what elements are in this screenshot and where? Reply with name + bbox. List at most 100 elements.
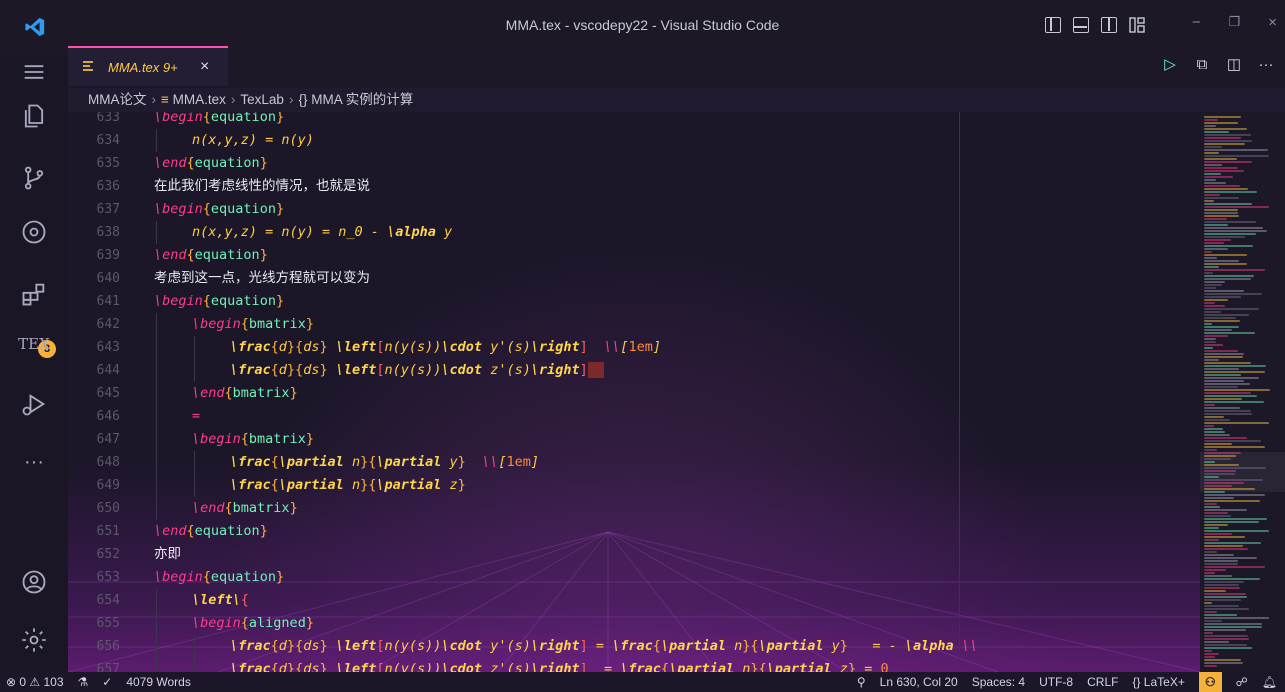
settings-gear-icon[interactable] [18,624,50,656]
minimap-line [1204,527,1219,529]
code-line[interactable]: 644 \frac{d}{ds} \left[n(y(s))\cdot z'(s)… [68,359,1200,382]
copilot-icon[interactable]: ⚇ [1198,672,1222,692]
token: { [202,293,211,309]
more-icon[interactable]: ··· [18,446,50,478]
code-line[interactable]: 652 亦即 [68,543,1200,566]
token [587,362,605,378]
explorer-icon[interactable] [18,100,50,132]
cursor-position[interactable]: Ln 630, Col 20 [880,672,958,692]
menu-icon[interactable] [18,56,50,88]
tex-icon[interactable]: TEX [18,328,50,360]
code-line[interactable]: 645 \end{bmatrix} [68,382,1200,405]
code-line[interactable]: 640 考虑到这一点，光线方程就可以变为 [68,267,1200,290]
minimap-line [1204,302,1215,304]
code-line[interactable]: 641 \begin{equation} [68,290,1200,313]
minimap[interactable] [1200,112,1285,672]
minimap-line [1204,533,1232,535]
breadcrumb-symbol[interactable]: {} MMA 实例的计算 [298,92,413,107]
run-debug-icon[interactable] [18,388,50,420]
breadcrumb-file[interactable]: MMA.tex [173,92,226,107]
code-line[interactable]: 656 \frac{d}{ds} \left[n(y(s))\cdot y'(s)… [68,635,1200,658]
word-count[interactable]: 4079 Words [126,672,190,692]
extensions-icon[interactable] [18,278,50,310]
open-preview-icon[interactable]: ⧉ [1193,56,1211,74]
minimap-line [1204,122,1238,124]
code-text: \begin{equation} [154,112,284,129]
minimap-line [1204,227,1263,229]
token: \\ [482,454,499,470]
code-line[interactable]: 646 = [68,405,1200,428]
code-line[interactable]: 633 \begin{equation} [68,112,1200,129]
code-line[interactable]: 634 n(x,y,z) = n(y) [68,129,1200,152]
minimap-line [1204,374,1241,376]
minimap-line [1204,263,1247,265]
sync-icon[interactable]: ⚲ [857,672,866,692]
token: d [278,339,287,355]
tab-close-icon[interactable]: × [200,58,209,76]
code-line[interactable]: 636 在此我们考虑线性的情况，也就是说 [68,175,1200,198]
token: equation [210,293,276,309]
tab-mma-tex[interactable]: MMA.tex 9+ × [68,46,228,86]
code-line[interactable]: 638 n(x,y,z) = n(y) = n_0 - \alpha y [68,221,1200,244]
accounts-icon[interactable] [18,566,50,598]
minimap-line [1204,632,1213,634]
code-line[interactable]: 635 \end{equation} [68,152,1200,175]
source-control-icon[interactable] [18,162,50,194]
minimap-line [1204,128,1247,130]
minimap-line [1204,215,1239,217]
breadcrumb-folder[interactable]: MMA论文 [88,92,147,107]
customize-layout-icon[interactable] [1129,17,1145,33]
maximize-button[interactable]: ❐ [1229,14,1241,31]
code-line[interactable]: 655 \begin{aligned} [68,612,1200,635]
code-line[interactable]: 651 \end{equation} [68,520,1200,543]
minimap-line [1204,218,1227,220]
token: 亦即 [154,546,181,562]
split-editor-icon[interactable]: ◫ [1225,56,1243,74]
minimap-line [1204,521,1259,523]
minimap-line [1204,569,1226,571]
minimap-line [1204,386,1238,388]
more-actions-icon[interactable]: ··· [1257,56,1275,74]
indent-guide [156,474,157,497]
indent-guide [156,658,157,672]
code-line[interactable]: 647 \begin{bmatrix} [68,428,1200,451]
code-line[interactable]: 637 \begin{equation} [68,198,1200,221]
token: \left [335,362,377,378]
toggle-panel-icon[interactable] [1073,17,1089,33]
token: equation [194,247,260,263]
indent-guide [156,359,157,382]
token: ] [579,339,588,355]
code-line[interactable]: 657 \frac{d}{ds} \left[n(y(s))\cdot z'(s)… [68,658,1200,672]
encoding[interactable]: UTF-8 [1039,672,1073,692]
minimize-button[interactable]: − [1192,14,1201,31]
token: { [186,523,195,539]
code-line[interactable]: 642 \begin{bmatrix} [68,313,1200,336]
code-line[interactable]: 649 \frac{\partial n}{\partial z} [68,474,1200,497]
problems-indicator[interactable]: ⊗ 0 ⚠ 103 [6,672,64,692]
close-window-button[interactable]: × [1268,14,1277,31]
flask-icon[interactable]: ⚗ [78,672,89,692]
code-line[interactable]: 654 \left\{ [68,589,1200,612]
token: } [319,661,328,672]
code-line[interactable]: 653 \begin{equation} [68,566,1200,589]
feedback-icon[interactable]: ☍ [1236,672,1248,692]
toggle-secondary-sidebar-icon[interactable] [1101,17,1117,33]
line-ending[interactable]: CRLF [1087,672,1118,692]
line-number: 652 [96,547,120,562]
code-editor[interactable]: 633 \begin{equation} 634 n(x,y,z) = n(y) 635… [68,112,1200,672]
notifications-bell-icon[interactable]: 🔔︎ [1262,672,1277,692]
remote-explorer-icon[interactable] [18,216,50,248]
check-icon[interactable]: ✓ [102,672,112,692]
code-line[interactable]: 648 \frac{\partial n}{\partial y} \\[1em] [68,451,1200,474]
breadcrumb-provider[interactable]: TexLab [240,92,284,107]
code-line[interactable]: 643 \frac{d}{ds} \left[n(y(s))\cdot y'(s)… [68,336,1200,359]
token: { [270,362,279,378]
run-icon[interactable]: ▷ [1161,56,1179,74]
code-line[interactable]: 650 \end{bmatrix} [68,497,1200,520]
toggle-primary-sidebar-icon[interactable] [1045,17,1061,33]
code-line[interactable]: 639 \end{equation} [68,244,1200,267]
indentation[interactable]: Spaces: 4 [972,672,1025,692]
language-mode[interactable]: {} LaTeX+ [1132,672,1184,692]
